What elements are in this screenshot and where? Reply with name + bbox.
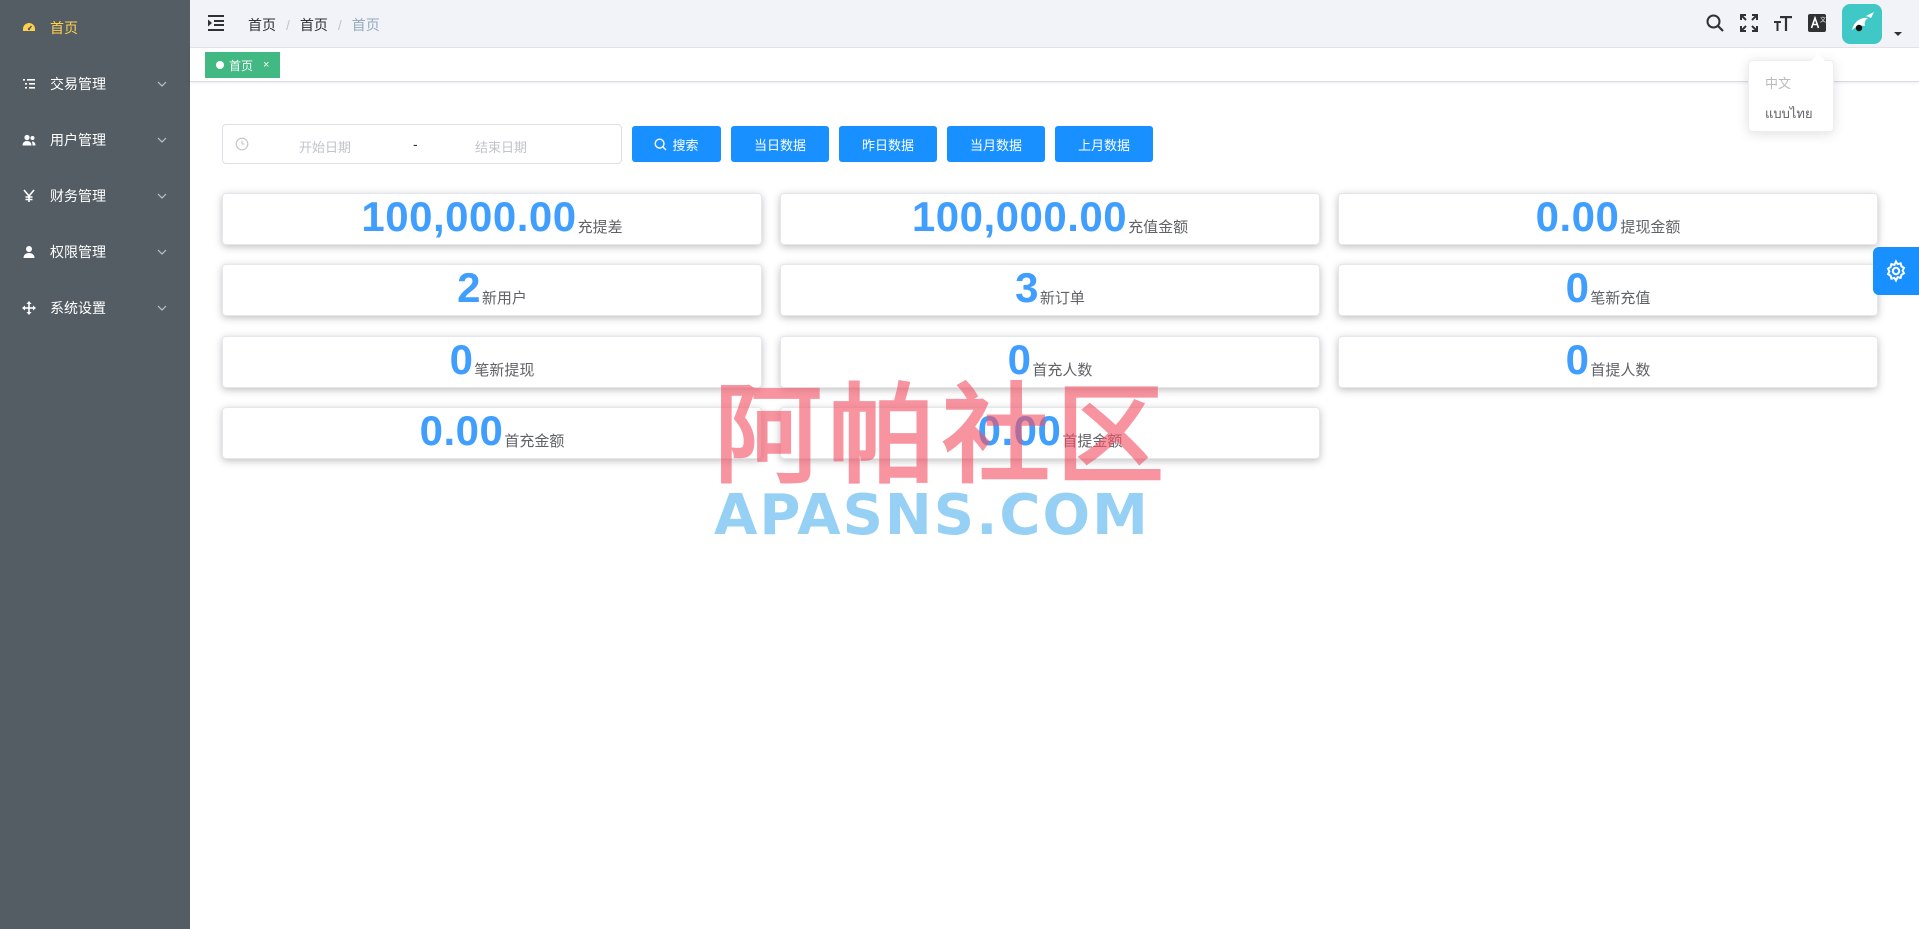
tag-label: 首页 xyxy=(229,58,254,73)
stat-card: 0.00 首充金额 xyxy=(222,407,762,459)
stat-value: 0.00 xyxy=(977,407,1062,454)
settings-button[interactable] xyxy=(1873,247,1919,295)
chevron-down-icon xyxy=(157,81,167,87)
stat-card: 0 笔新提现 xyxy=(222,336,762,388)
sidebar-item-settings[interactable]: 系统设置 xyxy=(0,280,190,336)
yesterday-data-button[interactable]: 昨日数据 xyxy=(839,126,937,162)
search-button[interactable]: 搜索 xyxy=(632,126,721,162)
stat-value: 0 xyxy=(449,336,474,383)
sidebar-item-finance[interactable]: 财务管理 xyxy=(0,168,190,224)
stat-value: 0 xyxy=(1565,264,1590,311)
navbar: 首页 / 首页 / 首页 文 xyxy=(190,0,1919,48)
active-dot-icon xyxy=(216,61,224,69)
stat-label: 提现金额 xyxy=(1620,219,1681,236)
tag-home[interactable]: 首页 × xyxy=(205,52,281,78)
sidebar: 首页 交易管理 用户管理 财务管理 权限管理 系统设置 xyxy=(0,0,190,929)
watermark-english: APASNS.COM xyxy=(714,483,1150,548)
font-size-icon[interactable] xyxy=(1771,11,1795,35)
stat-card: 0.00 首提金额 xyxy=(780,407,1320,459)
breadcrumb-item[interactable]: 首页 xyxy=(248,15,276,35)
last-month-data-button[interactable]: 上月数据 xyxy=(1055,126,1153,162)
stat-label: 充值金额 xyxy=(1128,219,1189,236)
breadcrumb-item[interactable]: 首页 xyxy=(300,15,328,35)
hamburger-icon[interactable] xyxy=(206,12,228,34)
sidebar-item-users[interactable]: 用户管理 xyxy=(0,112,190,168)
list-icon xyxy=(20,75,38,93)
stat-value: 3 xyxy=(1015,264,1039,311)
user-icon xyxy=(20,243,38,261)
chevron-down-icon xyxy=(157,193,167,199)
svg-text:文: 文 xyxy=(1820,16,1826,24)
stat-card: 100,000.00 充提差 xyxy=(222,193,762,245)
stat-card: 0 首提人数 xyxy=(1338,336,1878,388)
stat-label: 笔新充值 xyxy=(1590,290,1651,307)
stat-label: 充提差 xyxy=(577,219,623,236)
date-range-picker[interactable]: 开始日期 - 结束日期 xyxy=(222,124,622,164)
stat-value: 0.00 xyxy=(1535,193,1620,240)
end-date-input[interactable]: 结束日期 xyxy=(475,137,527,156)
sidebar-item-label: 系统设置 xyxy=(50,300,106,316)
stat-card: 3 新订单 xyxy=(780,264,1320,316)
stat-card: 2 新用户 xyxy=(222,264,762,316)
stat-label: 新订单 xyxy=(1039,290,1085,307)
caret-down-icon[interactable] xyxy=(1893,30,1903,38)
language-option-chinese: 中文 xyxy=(1765,76,1792,91)
sidebar-item-label: 权限管理 xyxy=(50,244,106,260)
sidebar-item-home[interactable]: 首页 xyxy=(0,0,190,56)
this-month-data-button[interactable]: 当月数据 xyxy=(947,126,1045,162)
stat-value: 0 xyxy=(1007,336,1032,383)
range-separator: - xyxy=(413,136,418,152)
stat-label: 首提金额 xyxy=(1062,433,1123,450)
avatar[interactable] xyxy=(1842,4,1882,44)
stat-card: 0 首充人数 xyxy=(780,336,1320,388)
start-date-input[interactable]: 开始日期 xyxy=(299,137,351,156)
stat-value: 100,000.00 xyxy=(361,193,577,240)
dashboard-icon xyxy=(20,19,38,37)
sidebar-item-label: 首页 xyxy=(50,20,78,36)
stat-value: 0 xyxy=(1565,336,1590,383)
stat-label: 首提人数 xyxy=(1590,362,1651,379)
breadcrumb-item-current: 首页 xyxy=(351,17,380,33)
stat-card: 0 笔新充值 xyxy=(1338,264,1878,316)
stat-label: 首充人数 xyxy=(1032,362,1093,379)
today-data-button[interactable]: 当日数据 xyxy=(731,126,829,162)
sidebar-item-transactions[interactable]: 交易管理 xyxy=(0,56,190,112)
close-icon[interactable]: × xyxy=(263,59,269,71)
search-icon[interactable] xyxy=(1703,11,1727,35)
sidebar-item-label: 财务管理 xyxy=(50,188,106,204)
sidebar-item-label: 交易管理 xyxy=(50,76,106,92)
stat-card: 0.00 提现金额 xyxy=(1338,193,1878,245)
language-option-thai[interactable]: แบบไทย xyxy=(1749,99,1833,129)
language-dropdown: 中文 แบบไทย xyxy=(1748,54,1834,132)
tags-view: 首页 × xyxy=(190,48,1919,82)
sidebar-item-permissions[interactable]: 权限管理 xyxy=(0,224,190,280)
breadcrumb: 首页 / 首页 / 首页 xyxy=(248,15,380,35)
stat-value: 2 xyxy=(457,264,481,311)
chevron-down-icon xyxy=(157,249,167,255)
stat-label: 新用户 xyxy=(481,290,527,307)
stat-value: 0.00 xyxy=(419,407,504,454)
stat-card: 100,000.00 充值金额 xyxy=(780,193,1320,245)
gear-icon xyxy=(1886,259,1906,283)
breadcrumb-separator: / xyxy=(286,17,290,33)
sidebar-item-label: 用户管理 xyxy=(50,132,106,148)
stat-value: 100,000.00 xyxy=(911,193,1128,240)
users-icon xyxy=(20,131,38,149)
stat-label: 首充金额 xyxy=(504,433,565,450)
search-icon xyxy=(654,137,667,150)
yen-icon xyxy=(20,187,38,205)
chevron-down-icon xyxy=(157,305,167,311)
move-icon xyxy=(20,299,38,317)
chevron-down-icon xyxy=(157,137,167,143)
breadcrumb-separator: / xyxy=(337,17,342,33)
clock-icon xyxy=(235,137,249,151)
translate-icon[interactable]: 文 xyxy=(1805,11,1829,35)
fullscreen-icon[interactable] xyxy=(1737,11,1761,35)
stat-label: 笔新提现 xyxy=(474,362,535,379)
search-button-label: 搜索 xyxy=(672,137,699,153)
